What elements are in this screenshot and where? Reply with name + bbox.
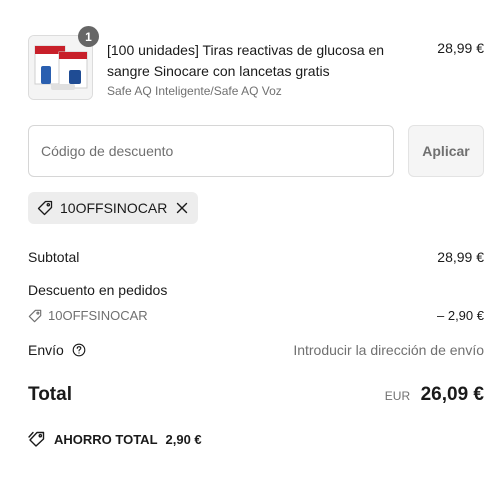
order-discount-label: Descuento en pedidos (28, 282, 168, 298)
order-discount-code: 10OFFSINOCAR (48, 308, 148, 323)
apply-discount-button[interactable]: Aplicar (408, 125, 484, 177)
applied-discount-chip: 10OFFSINOCAR (28, 192, 199, 224)
line-item: 1 [100 unidades] Tiras reactivas de gluc… (28, 26, 484, 100)
total-label: Total (28, 384, 72, 405)
subtotal-label: Subtotal (28, 249, 80, 265)
discount-code-input[interactable] (28, 125, 394, 177)
shipping-value: Introducir la dirección de envío (293, 342, 484, 358)
savings-label: AHORRO TOTAL (54, 431, 158, 447)
total-savings: AHORRO TOTAL 2,90 € (28, 431, 202, 447)
total-row: Total EUR 26,09 € (28, 384, 484, 406)
applied-discount-code: 10OFFSINOCAR (60, 200, 168, 216)
close-icon[interactable] (176, 202, 188, 214)
tag-icon (28, 309, 42, 322)
total-value: 26,09 € (420, 384, 484, 405)
savings-tag-icon (28, 431, 45, 447)
product-variant: Safe AQ Inteligente/Safe AQ Voz (107, 84, 282, 98)
savings-value: 2,90 € (165, 431, 202, 447)
shipping-label: Envío (28, 342, 64, 358)
tag-icon (37, 200, 53, 216)
order-discount-detail: 10OFFSINOCAR – 2,90 € (28, 308, 484, 323)
product-price: 28,99 € (437, 40, 484, 56)
help-icon[interactable] (72, 343, 86, 357)
order-discount-value: – 2,90 € (437, 308, 484, 323)
subtotal-row: Subtotal 28,99 € (28, 249, 484, 265)
product-title: [100 unidades] Tiras reactivas de glucos… (107, 42, 385, 79)
shipping-row: Envío Introducir la dirección de envío (28, 342, 484, 358)
currency-code: EUR (384, 389, 411, 403)
subtotal-value: 28,99 € (437, 249, 484, 265)
order-discount-row: Descuento en pedidos (28, 282, 484, 298)
quantity-badge: 1 (78, 26, 99, 47)
